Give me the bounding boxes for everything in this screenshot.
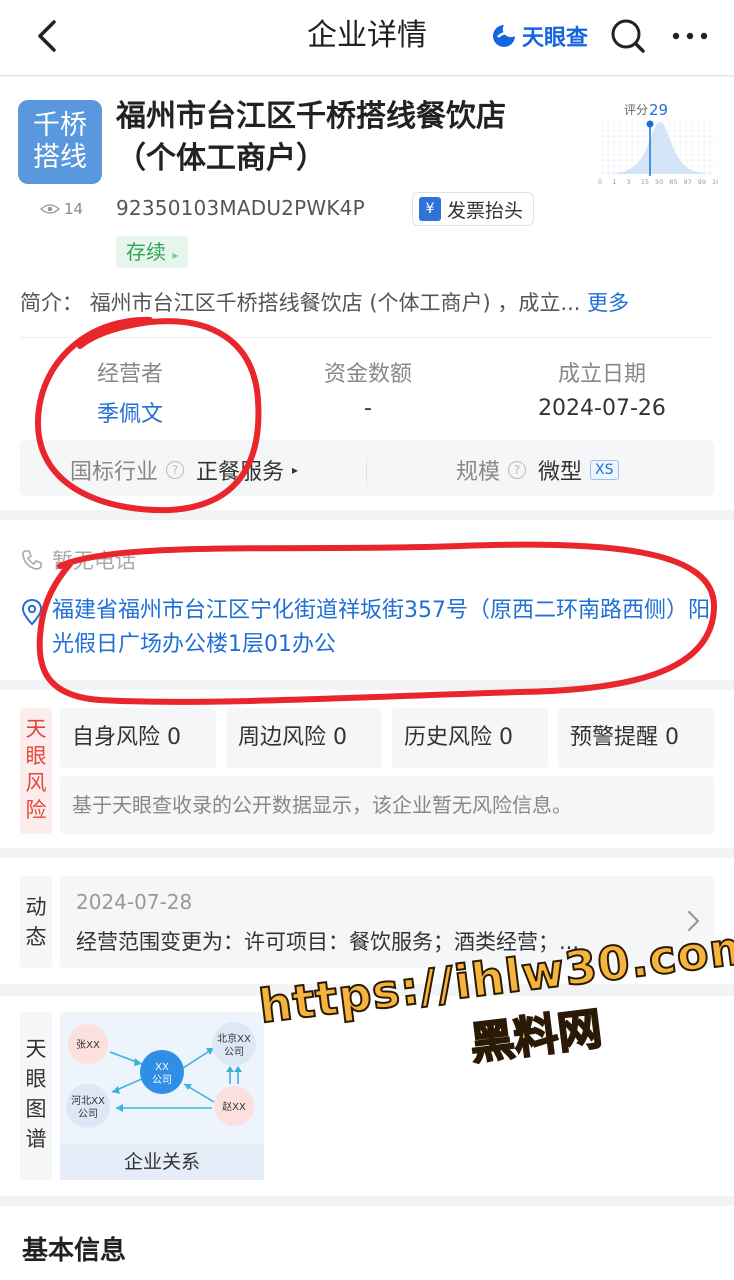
- score-axis-tick: 99: [698, 178, 706, 186]
- company-logo: 千桥 搭线: [18, 100, 102, 184]
- intro-more-link[interactable]: 更多: [587, 291, 629, 315]
- graph-node-label: XX: [155, 1062, 169, 1073]
- graph-node-label: 河北XX: [71, 1095, 105, 1107]
- graph-node-label: 公司: [152, 1075, 172, 1086]
- industry-label: 国标行业: [70, 460, 159, 485]
- graph-node-label: 赵XX: [222, 1100, 246, 1113]
- phone-row[interactable]: 暂无电话: [20, 545, 136, 575]
- scale-badge: XS: [590, 460, 619, 480]
- risk-count: 0: [665, 725, 680, 750]
- view-count-value: 14: [64, 200, 84, 218]
- industry-field[interactable]: 国标行业 ? 正餐服务 ▸: [70, 454, 298, 486]
- more-options-icon[interactable]: [668, 16, 712, 56]
- news-tag: 动态: [20, 876, 52, 968]
- risk-item-history[interactable]: 历史风险 0: [392, 708, 548, 768]
- graph-node-label: 公司: [78, 1109, 98, 1120]
- scale-label: 规模: [456, 460, 501, 485]
- scale-field[interactable]: 规模 ? 微型 XS: [456, 454, 619, 486]
- risk-note: 基于天眼查收录的公开数据显示，该企业暂无风险信息。: [60, 776, 714, 834]
- chevron-right-icon: ▸: [172, 248, 179, 262]
- tianyancha-logo-icon: [493, 25, 515, 47]
- operator-label: 经营者: [96, 362, 163, 387]
- graph-node-label: 北京XX: [217, 1032, 251, 1045]
- logo-line-1: 千桥: [33, 110, 87, 141]
- divider: [20, 337, 714, 338]
- risk-count: 0: [499, 725, 514, 750]
- operator-name[interactable]: 季佩文: [60, 396, 200, 428]
- company-name-line2: （个体工商户）: [116, 141, 326, 176]
- graph-caption: 企业关系: [60, 1144, 264, 1180]
- invoice-icon: ¥: [419, 197, 441, 221]
- score-axis-tick: 15: [641, 178, 649, 186]
- score-axis-tick: 3: [627, 178, 631, 186]
- divider: [366, 458, 367, 486]
- founded-label: 成立日期: [557, 362, 646, 387]
- score-value: 29: [649, 101, 668, 119]
- risk-item-warning[interactable]: 预警提醒 0: [558, 708, 714, 768]
- invoice-header-button[interactable]: ¥ 发票抬头: [412, 192, 535, 226]
- company-intro[interactable]: 简介： 福州市台江区千桥搭线餐饮店 (个体工商户) ，成立... 更多: [20, 286, 720, 320]
- company-name-line1: 福州市台江区千桥搭线餐饮店: [116, 99, 506, 134]
- risk-tag: 天眼风险: [20, 708, 52, 834]
- score-label: 评分: [624, 103, 648, 117]
- intro-text: 福州市台江区千桥搭线餐饮店 (个体工商户) ，成立...: [89, 291, 581, 315]
- status-badge[interactable]: 存续 ▸: [116, 236, 189, 268]
- help-icon[interactable]: ?: [166, 461, 185, 479]
- risk-item-surrounding[interactable]: 周边风险 0: [226, 708, 382, 768]
- status-text: 存续: [126, 240, 166, 264]
- capital-value: -: [364, 396, 372, 421]
- risk-label: 历史风险: [404, 725, 493, 750]
- score-axis-tick: 50: [655, 178, 663, 186]
- help-icon[interactable]: ?: [508, 461, 527, 479]
- view-count: 14: [40, 200, 83, 218]
- intro-label: 简介：: [20, 291, 83, 315]
- company-address[interactable]: 福建省福州市台江区宁化街道祥坂街357号（原西二环南路西侧）阳光假日广场办公楼1…: [20, 594, 720, 662]
- score-chart[interactable]: 评分 29 0 1 3 15 50 85 97 99 100: [596, 100, 718, 186]
- search-icon[interactable]: [608, 16, 648, 56]
- score-axis-tick: 100: [712, 178, 718, 186]
- graph-tag: 天眼图谱: [20, 1012, 52, 1180]
- capital-label: 资金数额: [323, 362, 412, 387]
- founded-date: 2024-07-26: [538, 396, 666, 421]
- risk-label: 自身风险: [72, 725, 161, 750]
- logo-line-2: 搭线: [33, 142, 87, 173]
- invoice-label: 发票抬头: [447, 199, 524, 222]
- score-axis-tick: 1: [612, 178, 616, 186]
- score-axis-tick: 0: [598, 178, 602, 186]
- scale-value: 微型: [538, 460, 583, 485]
- industry-value: 正餐服务: [196, 460, 285, 485]
- brand-name: 天眼查: [522, 26, 589, 51]
- risk-count: 0: [167, 725, 182, 750]
- news-date: 2024-07-28: [76, 890, 193, 914]
- risk-item-self[interactable]: 自身风险 0: [60, 708, 216, 768]
- credit-code[interactable]: 92350103MADU2PWK4P: [116, 192, 365, 224]
- graph-node-label: 张XX: [76, 1039, 100, 1051]
- score-axis-tick: 97: [684, 178, 692, 186]
- company-name: 福州市台江区千桥搭线餐饮店 （个体工商户）: [116, 96, 566, 180]
- graph-node-label: 公司: [224, 1047, 244, 1058]
- risk-label: 预警提醒: [570, 725, 659, 750]
- phone-text: 暂无电话: [52, 549, 136, 573]
- risk-label: 周边风险: [238, 725, 327, 750]
- section-title: 基本信息: [22, 1236, 127, 1266]
- phone-icon: [22, 550, 42, 570]
- relationship-diagram: 张XX XX 公司 北京XX 公司 河北XX 公司 赵XX: [66, 1022, 256, 1128]
- caret-right-icon: ▸: [292, 463, 299, 477]
- score-axis-tick: 85: [669, 178, 677, 186]
- risk-count: 0: [333, 725, 348, 750]
- brand-logo: 天眼查: [490, 20, 588, 52]
- eye-icon: [40, 204, 60, 214]
